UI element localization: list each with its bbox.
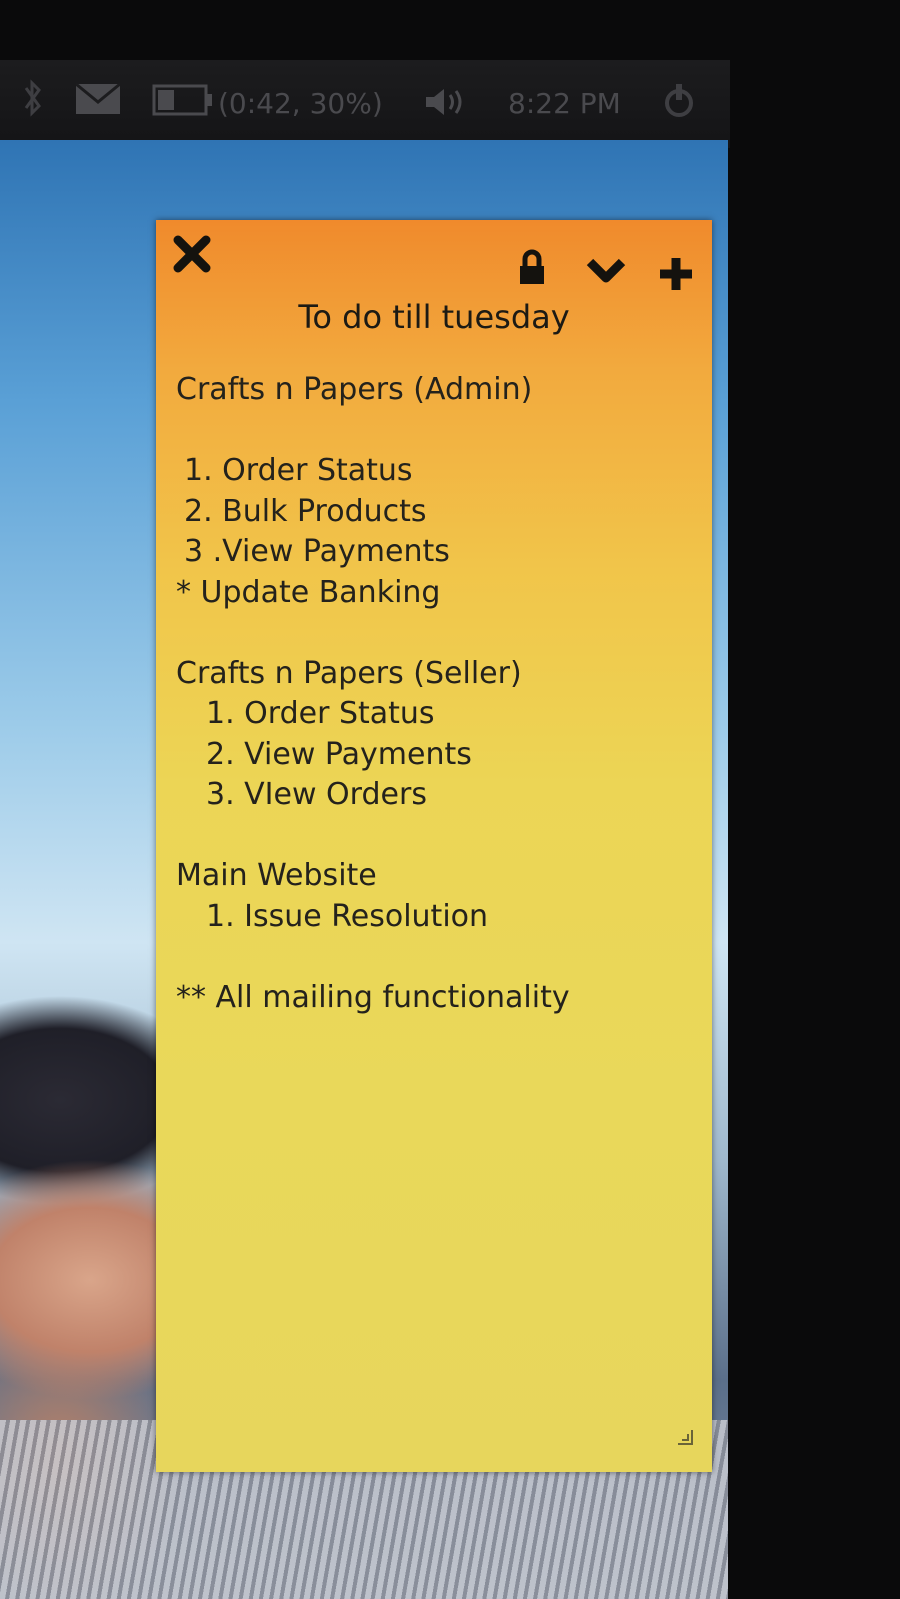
note-line-empty	[176, 411, 702, 452]
note-line: 2. Bulk Products	[184, 493, 427, 529]
mail-icon[interactable]	[74, 82, 122, 120]
note-line: 2. View Payments	[206, 736, 472, 772]
plus-icon[interactable]	[656, 254, 696, 298]
note-line: ** All mailing functionality	[176, 979, 570, 1015]
lock-icon[interactable]	[518, 248, 546, 292]
note-body[interactable]: Crafts n Papers (Admin) 1. Order Status …	[176, 370, 702, 1018]
note-line: Main Website	[176, 858, 377, 893]
note-title: To do till tuesday	[298, 298, 570, 336]
note-line: * Update Banking	[176, 574, 441, 610]
note-line: 3. VIew Orders	[206, 777, 427, 812]
volume-icon[interactable]	[424, 86, 470, 122]
note-line: Crafts n Papers (Seller)	[176, 655, 522, 691]
note-line: 1. Order Status	[206, 696, 435, 731]
screen: (0:42, 30%) 8:22 PM To do till tuesday C…	[0, 0, 900, 1599]
power-icon[interactable]	[660, 82, 698, 124]
battery-icon[interactable]	[152, 84, 214, 120]
note-toolbar	[156, 220, 712, 300]
note-line-empty	[176, 937, 702, 978]
note-line: 3 .View Payments	[184, 534, 450, 569]
battery-status-text: (0:42, 30%)	[218, 87, 383, 120]
note-line: 1. Issue Resolution	[206, 898, 489, 934]
close-icon[interactable]	[172, 234, 212, 278]
sticky-note[interactable]: To do till tuesday Crafts n Papers (Admi…	[156, 220, 712, 1472]
chevron-down-icon[interactable]	[586, 256, 626, 290]
note-line: Crafts n Papers (Admin)	[176, 372, 533, 407]
top-panel: (0:42, 30%) 8:22 PM	[0, 60, 730, 148]
resize-grip-icon[interactable]	[676, 1428, 694, 1446]
note-line-empty	[176, 613, 702, 654]
clock[interactable]: 8:22 PM	[508, 84, 621, 124]
bluetooth-icon[interactable]	[22, 78, 44, 122]
note-line-empty	[176, 816, 702, 857]
note-line: 1. Order Status	[184, 453, 413, 488]
